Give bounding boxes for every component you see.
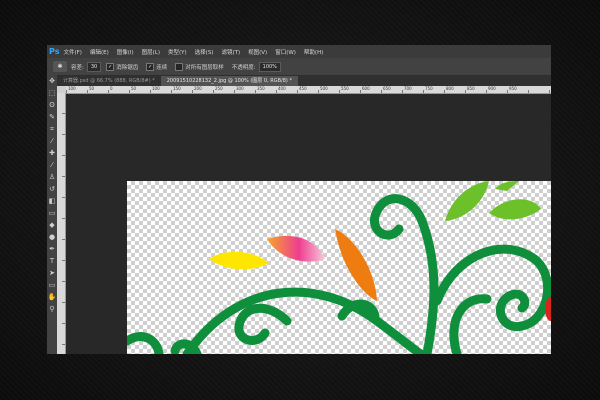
menu-filter[interactable]: 滤镜(T) xyxy=(221,48,240,56)
green-leaf xyxy=(495,181,519,191)
type-tool-icon[interactable]: T xyxy=(47,255,57,267)
ruler-tick: 0 xyxy=(110,86,113,91)
app-logo: Ps xyxy=(49,47,60,56)
ruler-tick: 500 xyxy=(320,86,328,91)
ruler-tick: 400 xyxy=(278,86,286,91)
blur-tool-icon[interactable]: ◆ xyxy=(47,219,57,231)
ruler-tick: 100 xyxy=(68,86,76,91)
menu-bar: Ps 文件(F) 编辑(E) 图像(I) 图层(L) 类型(Y) 选择(S) 滤… xyxy=(47,45,551,58)
ruler-tick: 250 xyxy=(215,86,223,91)
menu-image[interactable]: 图像(I) xyxy=(117,48,134,56)
document-tabs: 计算器.psd @ 66.7% (888, RGB/8#) * 20091510… xyxy=(57,76,551,86)
menu-type[interactable]: 类型(Y) xyxy=(168,48,187,56)
tools-panel: ✥ ⬚ ʘ ✎ ⌗ ⁄ ✚ ⁄ ♙ ↺ ◧ ▭ ◆ ● ✒ T ➤ ▭ ✋ ⚲ xyxy=(47,75,57,354)
tolerance-label: 容差: xyxy=(71,64,84,71)
menu-window[interactable]: 窗口(W) xyxy=(275,48,296,56)
ruler-tick: 200 xyxy=(194,86,202,91)
ruler-tick: 300 xyxy=(236,86,244,91)
zoom-tool-icon[interactable]: ⚲ xyxy=(47,303,57,315)
antialias-label: 消除锯齿 xyxy=(116,64,139,71)
healing-brush-icon[interactable]: ✚ xyxy=(47,147,57,159)
move-tool-icon[interactable]: ✥ xyxy=(47,75,57,87)
photoshop-window: Ps 文件(F) 编辑(E) 图像(I) 图层(L) 类型(Y) 选择(S) 滤… xyxy=(47,45,551,354)
ruler-tick: 650 xyxy=(383,86,391,91)
ruler-tick: 800 xyxy=(446,86,454,91)
ruler-tick: 550 xyxy=(341,86,349,91)
yellow-leaf xyxy=(209,251,269,270)
ruler-tick: 450 xyxy=(299,86,307,91)
vine-artwork xyxy=(127,181,551,354)
crop-tool-icon[interactable]: ⌗ xyxy=(47,123,57,135)
ruler-tick: 950 xyxy=(509,86,517,91)
sample-all-label: 对所有图层取样 xyxy=(185,64,224,71)
hand-tool-icon[interactable]: ✋ xyxy=(47,291,57,303)
quick-select-tool-icon[interactable]: ✎ xyxy=(47,111,57,123)
ruler-tick: 850 xyxy=(467,86,475,91)
ruler-tick: 750 xyxy=(425,86,433,91)
ruler-tick: 50 xyxy=(131,86,137,91)
antialias-checkbox[interactable]: ✓ xyxy=(106,62,115,71)
shape-tool-icon[interactable]: ▭ xyxy=(47,279,57,291)
menu-file[interactable]: 文件(F) xyxy=(63,48,81,56)
sample-all-checkbox[interactable] xyxy=(175,62,184,71)
magic-wand-icon[interactable]: ✱ xyxy=(53,61,67,72)
ruler-tick: 900 xyxy=(488,86,496,91)
eyedropper-tool-icon[interactable]: ⁄ xyxy=(47,135,57,147)
contiguous-label: 连续 xyxy=(156,64,168,71)
menu-help[interactable]: 帮助(H) xyxy=(304,48,323,56)
ruler-tick: 700 xyxy=(404,86,412,91)
lasso-tool-icon[interactable]: ʘ xyxy=(47,99,57,111)
eraser-tool-icon[interactable]: ◧ xyxy=(47,195,57,207)
vertical-ruler[interactable] xyxy=(57,93,66,354)
canvas-workspace[interactable] xyxy=(66,94,551,354)
ruler-tick: 50 xyxy=(89,86,95,91)
history-brush-icon[interactable]: ↺ xyxy=(47,183,57,195)
opacity-input[interactable]: 100% xyxy=(258,61,281,72)
horizontal-ruler[interactable]: 100 50 0 50 100 150 200 250 300 350 400 … xyxy=(66,86,551,94)
menu-edit[interactable]: 编辑(E) xyxy=(90,48,109,56)
pink-leaf xyxy=(267,235,325,262)
path-select-icon[interactable]: ➤ xyxy=(47,267,57,279)
menu-select[interactable]: 选择(S) xyxy=(195,48,214,56)
orange-leaf xyxy=(335,229,377,301)
options-bar: ✱ 容差: 30 ✓ 消除锯齿 ✓ 连续 对所有图层取样 不透明度: 100% xyxy=(47,58,551,76)
tolerance-input[interactable]: 30 xyxy=(86,61,102,72)
dodge-tool-icon[interactable]: ● xyxy=(47,231,57,243)
ruler-tick: 150 xyxy=(173,86,181,91)
brush-tool-icon[interactable]: ⁄ xyxy=(47,159,57,171)
tab-document-2[interactable]: 20091510228132_2.jpg @ 100% (图层 0, RGB/8… xyxy=(160,76,298,86)
gradient-tool-icon[interactable]: ▭ xyxy=(47,207,57,219)
menu-view[interactable]: 视图(V) xyxy=(248,48,267,56)
ruler-origin[interactable] xyxy=(57,86,66,93)
pen-tool-icon[interactable]: ✒ xyxy=(47,243,57,255)
contiguous-checkbox[interactable]: ✓ xyxy=(146,62,155,71)
green-leaf xyxy=(445,181,489,221)
ruler-tick: 600 xyxy=(362,86,370,91)
opacity-label: 不透明度: xyxy=(231,64,256,71)
document-canvas[interactable] xyxy=(127,181,551,354)
green-leaf xyxy=(489,199,541,220)
menu-layer[interactable]: 图层(L) xyxy=(142,48,160,56)
tab-document-1[interactable]: 计算器.psd @ 66.7% (888, RGB/8#) * xyxy=(57,76,161,86)
ruler-tick: 350 xyxy=(257,86,265,91)
marquee-tool-icon[interactable]: ⬚ xyxy=(47,87,57,99)
clone-stamp-icon[interactable]: ♙ xyxy=(47,171,57,183)
ruler-tick: 100 xyxy=(152,86,160,91)
